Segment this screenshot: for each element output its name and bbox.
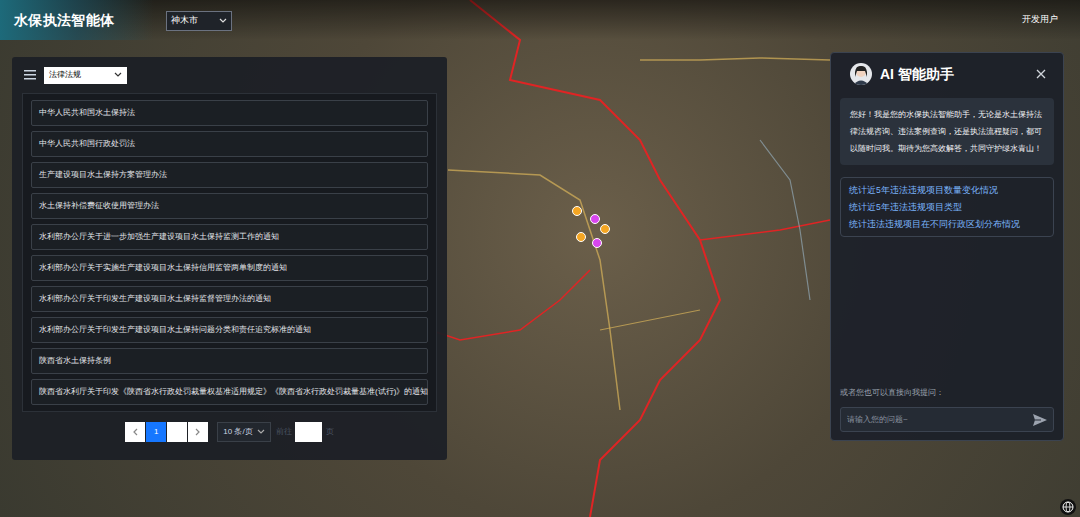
avatar bbox=[850, 63, 872, 85]
app-title: 水保执法智能体 bbox=[14, 10, 114, 31]
region-label: 神木市 bbox=[171, 14, 198, 28]
top-bar: 水保执法智能体 神木市 开发用户 bbox=[0, 0, 1080, 40]
suggestion-link[interactable]: 统计近5年违法违规项目类型 bbox=[849, 200, 1045, 214]
map-pin[interactable] bbox=[600, 224, 610, 234]
question-input[interactable] bbox=[847, 414, 1033, 426]
assistant-header: AI 智能助手 bbox=[840, 63, 1054, 85]
assistant-title: AI 智能助手 bbox=[880, 64, 1026, 85]
page-size-select[interactable]: 10 条/页 bbox=[217, 422, 270, 442]
question-box bbox=[840, 407, 1054, 432]
page-size-label: 10 条/页 bbox=[223, 426, 252, 438]
jump-input[interactable] bbox=[295, 422, 322, 442]
chevron-down-icon bbox=[219, 18, 227, 24]
law-item[interactable]: 中华人民共和国行政处罚法 bbox=[31, 131, 428, 157]
next-page-button[interactable] bbox=[188, 422, 208, 442]
law-panel-header: 法律法规 bbox=[22, 65, 437, 85]
map-pin[interactable] bbox=[590, 214, 600, 224]
chevron-down-icon bbox=[114, 72, 122, 78]
law-panel: 法律法规中华人民共和国水土保持法中华人民共和国行政处罚法生产建设项目水土保持方案… bbox=[12, 57, 447, 460]
map-pin[interactable] bbox=[576, 232, 586, 242]
law-list: 中华人民共和国水土保持法中华人民共和国行政处罚法生产建设项目水土保持方案管理办法… bbox=[22, 93, 437, 412]
map-pin[interactable] bbox=[592, 238, 602, 248]
law-item[interactable]: 水利部办公厅关于实施生产建设项目水土保持信用监管两单制度的通知 bbox=[31, 255, 428, 281]
greeting-message: 您好！我是您的水保执法智能助手，无论是水土保持法律法规咨询、违法案例查询，还是执… bbox=[840, 98, 1054, 165]
chevron-down-icon bbox=[257, 429, 265, 435]
close-button[interactable] bbox=[1034, 67, 1048, 81]
suggestion-link[interactable]: 统计近5年违法违规项目数量变化情况 bbox=[849, 183, 1045, 197]
ask-prompt: 或者您也可以直接向我提问： bbox=[840, 387, 1054, 399]
menu-icon bbox=[24, 70, 36, 80]
send-button[interactable] bbox=[1033, 414, 1047, 426]
law-item[interactable]: 水土保持补偿费征收使用管理办法 bbox=[31, 193, 428, 219]
law-item[interactable]: 陕西省水利厅关于印发《陕西省水行政处罚裁量权基准适用规定》《陕西省水行政处罚裁量… bbox=[31, 379, 428, 405]
region-select[interactable]: 神木市 bbox=[166, 11, 232, 31]
jump-label: 前往 bbox=[276, 426, 292, 438]
user-name[interactable]: 开发用户 bbox=[1022, 13, 1080, 27]
suggestion-link[interactable]: 统计违法违规项目在不同行政区划分布情况 bbox=[849, 217, 1045, 231]
category-select[interactable]: 法律法规 bbox=[44, 67, 127, 84]
chevron-left-icon bbox=[132, 428, 138, 436]
map-pin[interactable] bbox=[572, 206, 582, 216]
law-item[interactable]: 水利部办公厅关于进一步加强生产建设项目水土保持监测工作的通知 bbox=[31, 224, 428, 250]
assistant-panel: AI 智能助手您好！我是您的水保执法智能助手，无论是水土保持法律法规咨询、违法案… bbox=[830, 52, 1064, 441]
law-item[interactable]: 陕西省水土保持条例 bbox=[31, 348, 428, 374]
jump-suffix: 页 bbox=[326, 426, 334, 438]
category-label: 法律法规 bbox=[49, 69, 81, 81]
assistant-avatar-icon bbox=[850, 63, 872, 85]
page-button[interactable] bbox=[167, 422, 187, 442]
law-item[interactable]: 水利部办公厅关于印发生产建设项目水土保持问题分类和责任追究标准的通知 bbox=[31, 317, 428, 343]
language-button[interactable] bbox=[1060, 499, 1076, 515]
prev-page-button[interactable] bbox=[125, 422, 145, 442]
close-icon bbox=[1036, 69, 1046, 79]
page-button[interactable]: 1 bbox=[146, 422, 166, 442]
title-area: 水保执法智能体 bbox=[0, 0, 154, 40]
chevron-right-icon bbox=[195, 428, 201, 436]
law-item[interactable]: 水利部办公厅关于印发生产建设项目水土保持监督管理办法的通知 bbox=[31, 286, 428, 312]
suggestion-box: 统计近5年违法违规项目数量变化情况统计近5年违法违规项目类型统计违法违规项目在不… bbox=[840, 177, 1054, 237]
chat-area bbox=[840, 237, 1054, 387]
globe-icon bbox=[1062, 501, 1074, 513]
pagination: 1 10 条/页 前往 页 bbox=[22, 422, 437, 442]
law-item[interactable]: 生产建设项目水土保持方案管理办法 bbox=[31, 162, 428, 188]
law-item[interactable]: 中华人民共和国水土保持法 bbox=[31, 100, 428, 126]
send-icon bbox=[1033, 414, 1047, 426]
